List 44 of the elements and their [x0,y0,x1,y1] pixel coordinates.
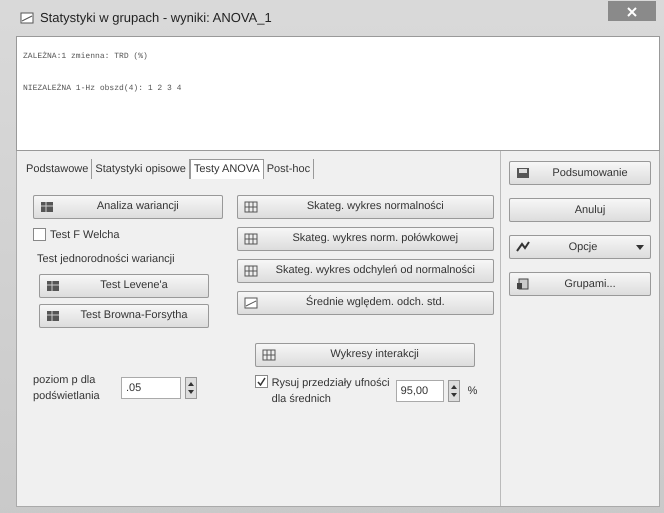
output-line: ZALEŻNA:1 zmienna: TRD (%) [23,51,149,63]
window-title: Statystyki w grupach - wyniki: ANOVA_1 [40,9,272,28]
input-field[interactable]: 95,00 [396,380,444,402]
button[interactable]: Średnie wględem. odch. std. [236,290,494,314]
table-icon [46,280,60,292]
checkbox[interactable] [33,228,46,242]
button[interactable]: Test Browna-Forsytha [39,304,209,328]
window-icon [516,278,530,290]
table-icon [40,200,54,212]
checkbox[interactable] [254,374,268,388]
table-icon [46,310,60,322]
button[interactable]: Anuluj [509,198,651,222]
output-line: NIEZALEŻNA 1-Hz obszd(4): 1 2 3 4 [23,83,182,95]
spin-button[interactable] [185,377,197,399]
grid-icon [244,200,258,212]
tab[interactable]: Post-hoc [264,159,314,178]
button[interactable]: Opcje [509,235,651,259]
spin-button[interactable] [448,380,460,402]
field-label: poziom p dla podświetlania [33,372,101,404]
button[interactable]: Podsumowanie [509,161,651,185]
grid-icon [262,348,276,360]
input-field[interactable]: .05 [121,377,181,399]
close-button[interactable] [608,1,656,21]
checkbox-label: Test F Welcha [50,228,120,242]
close-icon [627,6,637,17]
button[interactable]: Skateg. wykres odchyleń od normalności [236,258,494,282]
chart-window-icon [244,296,258,308]
button[interactable]: Wykresy interakcji [254,342,475,366]
grid-icon [244,264,258,276]
button[interactable]: Skateg. wykres normalności [236,194,494,218]
chart-icon [516,241,530,253]
tab[interactable]: Podstawowe [23,159,92,178]
app-icon [20,12,34,24]
button[interactable]: Analiza wariancji [33,194,223,218]
button[interactable]: Test Levene'a [39,274,209,298]
checkbox-label: Rysuj przedziały ufności dla średnich [272,376,390,407]
save-icon [516,167,530,179]
grid-icon [244,232,258,244]
caret-icon [636,244,644,250]
section-label: Test jednorodności wariancji [37,252,176,267]
button[interactable]: Skateg. wykres norm. połówkowej [236,226,494,250]
button[interactable]: Grupami... [509,272,651,296]
tab[interactable]: Testy ANOVA [190,159,264,178]
unit-label: % [468,384,478,399]
